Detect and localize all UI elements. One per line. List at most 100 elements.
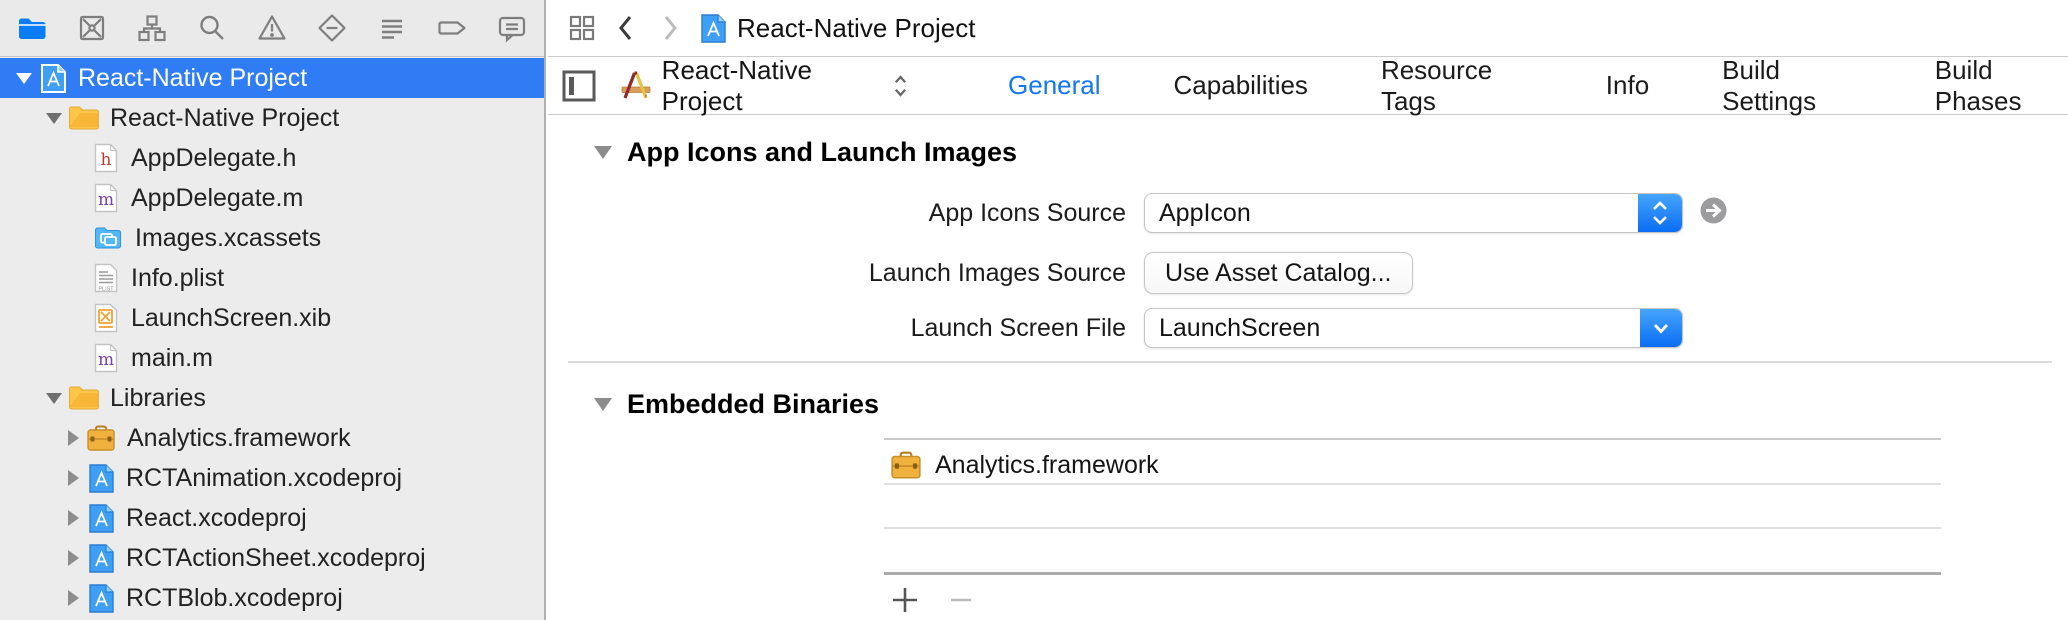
remove-button[interactable] [944, 583, 978, 617]
xib-file-icon [94, 303, 118, 333]
tree-row-file[interactable]: Images.xcassets [0, 218, 544, 258]
target-popup[interactable]: React-Native Project [620, 55, 908, 117]
section-title: Embedded Binaries [627, 389, 879, 420]
embedded-binary-row[interactable]: Analytics.framework [890, 445, 1159, 485]
disclosure-triangle-icon[interactable] [68, 590, 79, 606]
project-navigator-icon[interactable] [12, 8, 52, 48]
table-border-bottom [884, 572, 1941, 575]
xcode-window: React-Native Project React-Native Projec… [0, 0, 2068, 620]
field-label: Launch Images Source [548, 259, 1126, 288]
svg-text:h: h [101, 150, 112, 170]
tab-build-phases[interactable]: Build Phases [1935, 55, 2068, 117]
tree-row-label: AppDelegate.m [131, 184, 303, 213]
sidebar-toggle-icon[interactable] [558, 66, 600, 106]
xcodeproj-icon [700, 13, 727, 44]
popup-stepper-icon [1638, 194, 1682, 232]
tree-row-file[interactable]: h AppDelegate.h [0, 138, 544, 178]
folder-icon [68, 105, 100, 131]
plist-file-icon: PLIST [94, 263, 118, 293]
svg-text:PLIST: PLIST [98, 287, 114, 293]
breadcrumb[interactable]: React-Native Project [737, 13, 975, 44]
tree-row-label: AppDelegate.h [131, 144, 296, 173]
section-divider [568, 361, 2052, 363]
use-asset-catalog-button[interactable]: Use Asset Catalog... [1144, 252, 1413, 294]
disclosure-triangle-icon[interactable] [68, 510, 79, 526]
section-title: App Icons and Launch Images [627, 137, 1017, 168]
project-editor-header: React-Native Project General Capabilitie… [548, 57, 2068, 115]
app-icons-source-popup[interactable]: AppIcon [1144, 193, 1683, 233]
project-file-tree: React-Native Project React-Native Projec… [0, 58, 544, 618]
breakpoint-navigator-icon[interactable] [432, 8, 472, 48]
tree-row-project-root[interactable]: React-Native Project [0, 58, 544, 98]
section-header-app-icons: App Icons and Launch Images [594, 137, 1017, 168]
source-control-navigator-icon[interactable] [72, 8, 112, 48]
find-navigator-icon[interactable] [192, 8, 232, 48]
framework-icon [86, 424, 116, 452]
report-navigator-icon[interactable] [492, 8, 532, 48]
back-chevron-icon[interactable] [604, 8, 648, 48]
form-row-launch-screen-file: Launch Screen File LaunchScreen [548, 308, 1683, 348]
tree-row-label: React-Native Project [78, 64, 307, 93]
symbol-navigator-icon[interactable] [132, 8, 172, 48]
tab-capabilities[interactable]: Capabilities [1174, 70, 1308, 101]
tree-row-label: Libraries [110, 384, 206, 413]
section-disclosure-icon[interactable] [594, 398, 612, 411]
tree-row-label: main.m [131, 344, 213, 373]
navigator-sidebar: React-Native Project React-Native Projec… [0, 0, 546, 620]
form-row-app-icons-source: App Icons Source AppIcon [548, 193, 1728, 233]
objc-file-icon: m [94, 343, 118, 373]
tree-row-file[interactable]: m main.m [0, 338, 544, 378]
xcodeproj-icon [88, 463, 115, 494]
disclosure-triangle-icon[interactable] [68, 470, 79, 486]
disclosure-triangle-icon[interactable] [46, 393, 62, 404]
editor-tabs: General Capabilities Resource Tags Info … [1008, 55, 2068, 117]
tree-row-label: RCTAnimation.xcodeproj [126, 464, 402, 493]
tree-row-label: LaunchScreen.xib [131, 304, 331, 333]
tab-general[interactable]: General [1008, 70, 1101, 101]
test-navigator-icon[interactable] [312, 8, 352, 48]
xcodeproj-icon [40, 63, 67, 94]
add-button[interactable] [888, 583, 922, 617]
xcodeproj-icon [88, 503, 115, 534]
tree-row-group[interactable]: React-Native Project [0, 98, 544, 138]
tree-row-file[interactable]: m AppDelegate.m [0, 178, 544, 218]
tree-row-file[interactable]: PLIST Info.plist [0, 258, 544, 298]
tree-row-label: Images.xcassets [135, 224, 321, 253]
updown-chevron-icon [893, 73, 908, 99]
folder-icon [68, 385, 100, 411]
launch-screen-file-combo[interactable]: LaunchScreen [1144, 308, 1683, 348]
disclosure-triangle-icon[interactable] [16, 73, 32, 84]
jump-bar: React-Native Project [548, 0, 2068, 57]
disclosure-triangle-icon[interactable] [68, 550, 79, 566]
tree-row-file[interactable]: LaunchScreen.xib [0, 298, 544, 338]
debug-navigator-icon[interactable] [372, 8, 412, 48]
tab-info[interactable]: Info [1606, 70, 1649, 101]
embedded-binary-label: Analytics.framework [935, 451, 1159, 480]
editor-area: React-Native Project React-Native Projec… [548, 0, 2068, 620]
tree-row-xcodeproj[interactable]: RCTBlob.xcodeproj [0, 578, 544, 618]
popup-value: AppIcon [1145, 199, 1638, 228]
table-row-separator [884, 527, 1941, 529]
tree-row-label: React.xcodeproj [126, 504, 307, 533]
tree-row-xcodeproj[interactable]: React.xcodeproj [0, 498, 544, 538]
related-items-icon[interactable] [560, 8, 604, 48]
tree-row-label: RCTActionSheet.xcodeproj [126, 544, 426, 573]
table-row-separator [884, 483, 1941, 485]
xcodeproj-icon [88, 583, 115, 614]
tab-build-settings[interactable]: Build Settings [1722, 55, 1862, 117]
form-row-launch-images-source: Launch Images Source Use Asset Catalog..… [548, 252, 1413, 294]
combo-dropdown-icon [1640, 309, 1682, 347]
tree-row-framework[interactable]: Analytics.framework [0, 418, 544, 458]
section-disclosure-icon[interactable] [594, 146, 612, 159]
forward-chevron-icon[interactable] [648, 8, 692, 48]
tree-row-label: RCTBlob.xcodeproj [126, 584, 343, 613]
issue-navigator-icon[interactable] [252, 8, 292, 48]
jump-arrow-button[interactable] [1699, 196, 1728, 230]
tree-row-xcodeproj[interactable]: RCTAnimation.xcodeproj [0, 458, 544, 498]
tab-resource-tags[interactable]: Resource Tags [1381, 55, 1533, 117]
disclosure-triangle-icon[interactable] [46, 113, 62, 124]
svg-text:m: m [98, 190, 114, 210]
tree-row-xcodeproj[interactable]: RCTActionSheet.xcodeproj [0, 538, 544, 578]
tree-row-group[interactable]: Libraries [0, 378, 544, 418]
disclosure-triangle-icon[interactable] [68, 430, 79, 446]
